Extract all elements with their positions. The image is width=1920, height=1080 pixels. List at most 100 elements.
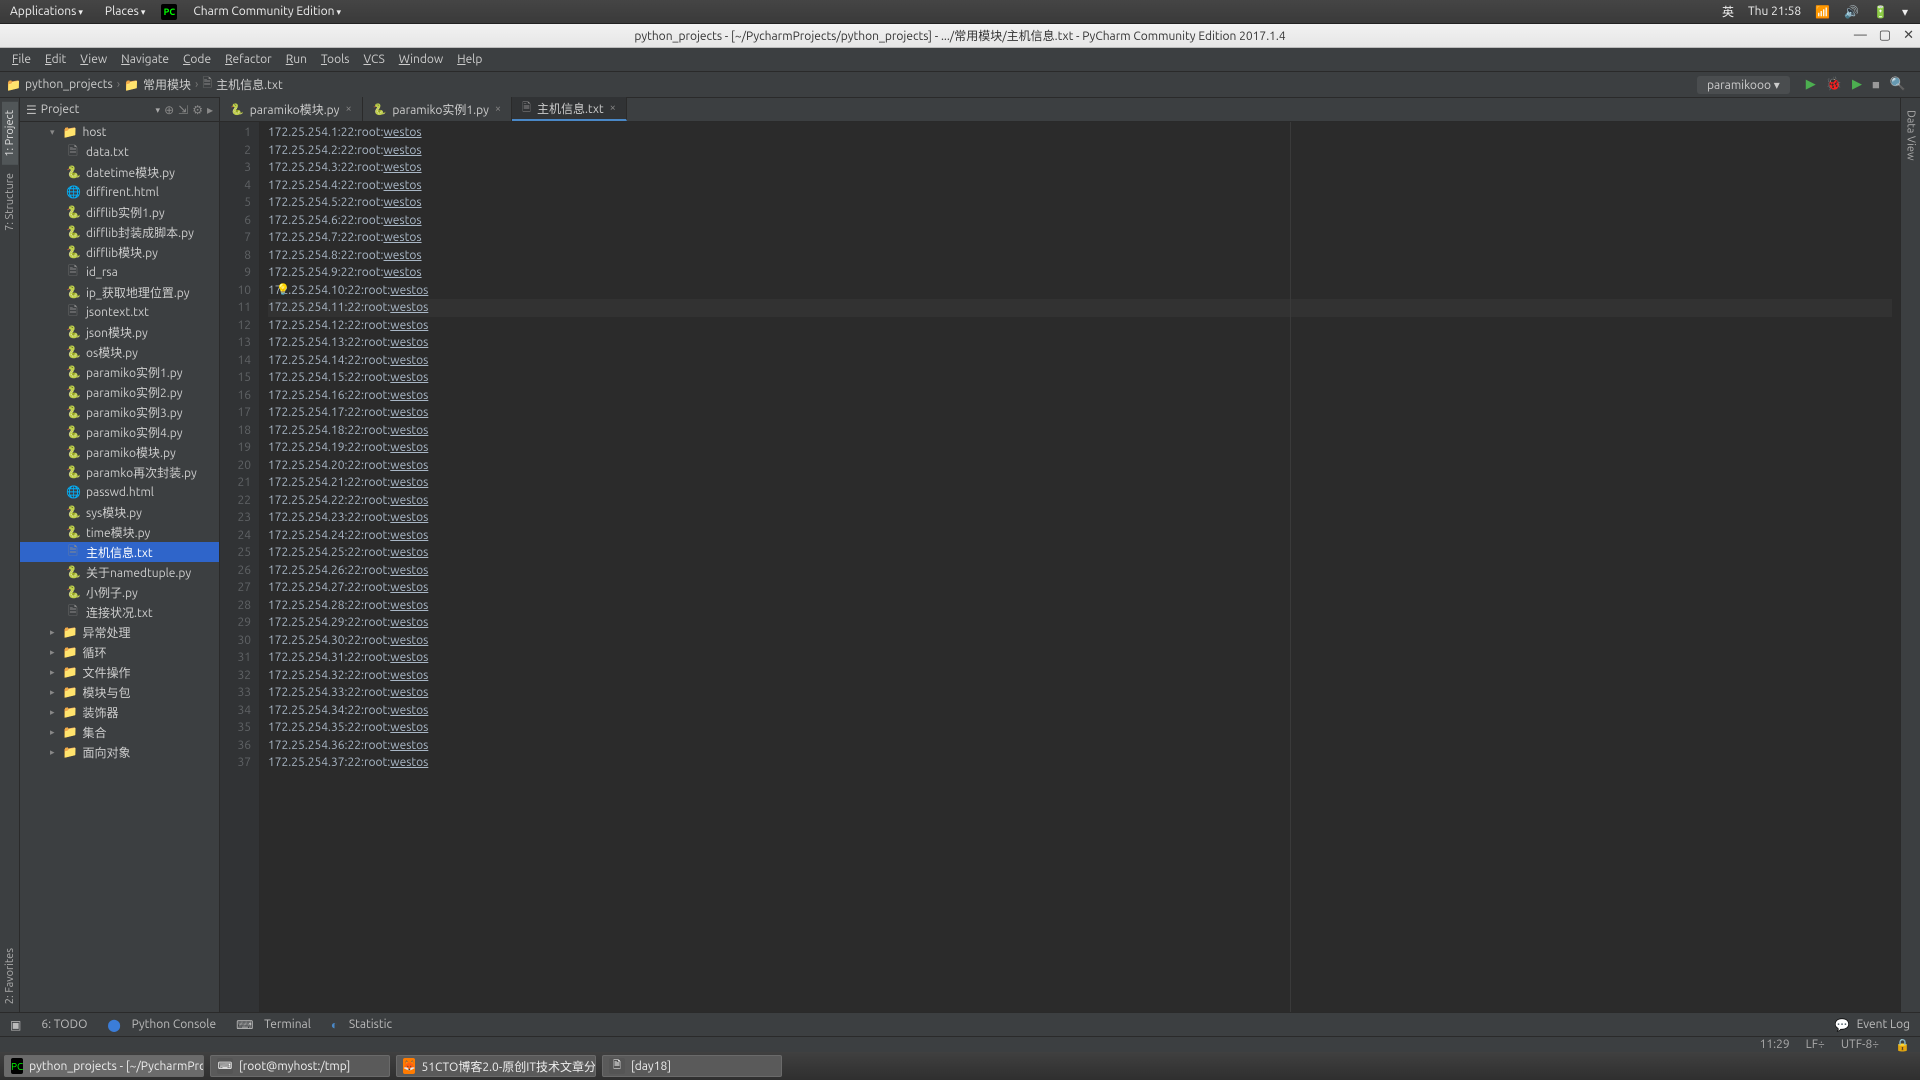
collapse-all-icon[interactable]: ⇲ (178, 103, 188, 117)
menu-help[interactable]: Help (451, 51, 488, 68)
editor-tab[interactable]: 🐍paramiko模块.py× (220, 97, 363, 121)
tree-file[interactable]: 🗎连接状况.txt (20, 602, 219, 622)
project-view-title[interactable]: Project (41, 103, 152, 116)
code-line[interactable]: 172.25.254.14:22:root:westos (268, 352, 1892, 370)
intention-bulb-icon[interactable]: 💡 (276, 282, 290, 300)
tree-file[interactable]: 🐍os模块.py (20, 342, 219, 362)
code-line[interactable]: 172.25.254.12:22:root:westos (268, 317, 1892, 335)
event-log-tool[interactable]: 💬 Event Log (1835, 1018, 1910, 1032)
tree-file[interactable]: 🌐passwd.html (20, 482, 219, 502)
battery-icon[interactable]: 🔋 (1873, 5, 1888, 19)
tree-file[interactable]: 🐍paramko再次封装.py (20, 462, 219, 482)
breadcrumb-item[interactable]: 常用模块 (143, 76, 191, 93)
taskbar-button[interactable]: 🦊51CTO博客2.0-原创IT技术文章分... (396, 1055, 596, 1077)
code-line[interactable]: 172.25.254.30:22:root:westos (268, 632, 1892, 650)
menu-tools[interactable]: Tools (315, 51, 356, 68)
project-view-dropdown[interactable] (156, 103, 161, 116)
code-line[interactable]: 172.25.254.7:22:root:westos (268, 229, 1892, 247)
statistic-tool[interactable]: ◐ Statistic (331, 1018, 392, 1032)
code-line[interactable]: 172.25.254.15:22:root:westos (268, 369, 1892, 387)
menu-navigate[interactable]: Navigate (115, 51, 175, 68)
tree-file[interactable]: 🐍paramiko实例3.py (20, 402, 219, 422)
terminal-tool[interactable]: ⌨ Terminal (236, 1018, 311, 1032)
menu-file[interactable]: File (6, 51, 37, 68)
project-tree[interactable]: 📁host🗎data.txt🐍datetime模块.py🌐diffirent.h… (20, 122, 219, 1012)
code-line[interactable]: 172.25.254.13:22:root:westos (268, 334, 1892, 352)
code-line[interactable]: 172.25.254.22:22:root:westos (268, 492, 1892, 510)
tree-folder[interactable]: 📁异常处理 (20, 622, 219, 642)
tool-tab-favorites[interactable]: 2: Favorites (2, 940, 18, 1012)
code-line[interactable]: 172.25.254.9:22:root:westos (268, 264, 1892, 282)
tree-file[interactable]: 🐍关于namedtuple.py (20, 562, 219, 582)
code-line[interactable]: 172.25.254.36:22:root:westos (268, 737, 1892, 755)
tool-tab-dataview[interactable]: Data View (1903, 102, 1919, 169)
code-line[interactable]: 172.25.254.11:22:root:westos (268, 299, 1892, 317)
code-area[interactable]: 172.25.254.1:22:root:westos172.25.254.2:… (260, 122, 1900, 1012)
tree-folder[interactable]: 📁模块与包 (20, 682, 219, 702)
code-line[interactable]: 172.25.254.2:22:root:westos (268, 142, 1892, 160)
app-pill-menu[interactable]: Charm Community Edition (187, 5, 347, 18)
code-line[interactable]: 172.25.254.17:22:root:westos (268, 404, 1892, 422)
tree-file[interactable]: 🌐diffirent.html (20, 182, 219, 202)
applications-menu[interactable]: Applications (4, 5, 89, 18)
menu-code[interactable]: Code (177, 51, 217, 68)
code-line[interactable]: 172.25.254.8:22:root:westos (268, 247, 1892, 265)
code-line[interactable]: 172.25.254.37:22:root:westos (268, 754, 1892, 772)
readonly-lock-icon[interactable]: 🔒 (1895, 1038, 1910, 1052)
code-line[interactable]: 172.25.254.28:22:root:westos (268, 597, 1892, 615)
tree-file[interactable]: 🐍difflib实例1.py (20, 202, 219, 222)
breadcrumb-item[interactable]: python_projects (25, 78, 113, 91)
tool-icon[interactable]: ▣ (10, 1018, 21, 1032)
menu-refactor[interactable]: Refactor (219, 51, 278, 68)
wifi-icon[interactable]: 📶 (1815, 5, 1830, 19)
tree-file[interactable]: 🐍sys模块.py (20, 502, 219, 522)
tree-folder[interactable]: 📁host (20, 122, 219, 142)
code-line[interactable]: 172.25.254.33:22:root:westos (268, 684, 1892, 702)
debug-button[interactable]: 🐞 (1826, 77, 1842, 92)
tree-folder[interactable]: 📁集合 (20, 722, 219, 742)
code-line[interactable]: 172.25.254.4:22:root:westos (268, 177, 1892, 195)
code-line[interactable]: 172.25.254.32:22:root:westos (268, 667, 1892, 685)
code-line[interactable]: 172.25.254.6:22:root:westos (268, 212, 1892, 230)
project-settings-icon[interactable]: ⚙ (192, 103, 203, 117)
maximize-button[interactable]: ▢ (1879, 28, 1891, 43)
tree-file[interactable]: 🗎主机信息.txt (20, 542, 219, 562)
taskbar-button[interactable]: PCpython_projects - [~/PycharmProj... (4, 1055, 204, 1077)
tree-folder[interactable]: 📁文件操作 (20, 662, 219, 682)
tree-file[interactable]: 🐍paramiko实例1.py (20, 362, 219, 382)
tree-file[interactable]: 🐍datetime模块.py (20, 162, 219, 182)
taskbar-button[interactable]: ⌨[root@myhost:/tmp] (210, 1055, 390, 1077)
stop-button[interactable]: ■ (1872, 77, 1880, 92)
tree-folder[interactable]: 📁循环 (20, 642, 219, 662)
taskbar-button[interactable]: 🗎[day18] (602, 1055, 782, 1077)
tree-file[interactable]: 🐍json模块.py (20, 322, 219, 342)
run-button[interactable]: ▶ (1806, 77, 1816, 92)
code-line[interactable]: 172.25.254.27:22:root:westos (268, 579, 1892, 597)
scroll-from-source-icon[interactable]: ⊕ (164, 103, 174, 117)
menu-view[interactable]: View (74, 51, 113, 68)
code-line[interactable]: 💡172.25.254.10:22:root:westos (268, 282, 1892, 300)
code-line[interactable]: 172.25.254.24:22:root:westos (268, 527, 1892, 545)
places-menu[interactable]: Places (99, 5, 151, 18)
search-icon[interactable]: 🔍 (1890, 77, 1906, 92)
code-line[interactable]: 172.25.254.26:22:root:westos (268, 562, 1892, 580)
code-line[interactable]: 172.25.254.34:22:root:westos (268, 702, 1892, 720)
tree-file[interactable]: 🗎data.txt (20, 142, 219, 162)
editor-tab[interactable]: 🗎主机信息.txt× (512, 97, 627, 121)
code-line[interactable]: 172.25.254.23:22:root:westos (268, 509, 1892, 527)
menu-window[interactable]: Window (393, 51, 449, 68)
tree-file[interactable]: 🐍difflib模块.py (20, 242, 219, 262)
code-line[interactable]: 172.25.254.18:22:root:westos (268, 422, 1892, 440)
run-with-coverage-button[interactable]: ▶ (1852, 77, 1862, 92)
tree-file[interactable]: 🐍paramiko实例2.py (20, 382, 219, 402)
tree-file[interactable]: 🗎id_rsa (20, 262, 219, 282)
tool-tab-structure[interactable]: 7: Structure (2, 165, 18, 239)
menu-vcs[interactable]: VCS (357, 51, 390, 68)
menu-edit[interactable]: Edit (39, 51, 72, 68)
tool-tab-project[interactable]: 1: Project (2, 102, 18, 165)
code-line[interactable]: 172.25.254.21:22:root:westos (268, 474, 1892, 492)
tree-file[interactable]: 🐍小例子.py (20, 582, 219, 602)
tab-close-icon[interactable]: × (495, 103, 501, 115)
close-button[interactable]: ✕ (1903, 28, 1914, 43)
code-line[interactable]: 172.25.254.1:22:root:westos (268, 124, 1892, 142)
